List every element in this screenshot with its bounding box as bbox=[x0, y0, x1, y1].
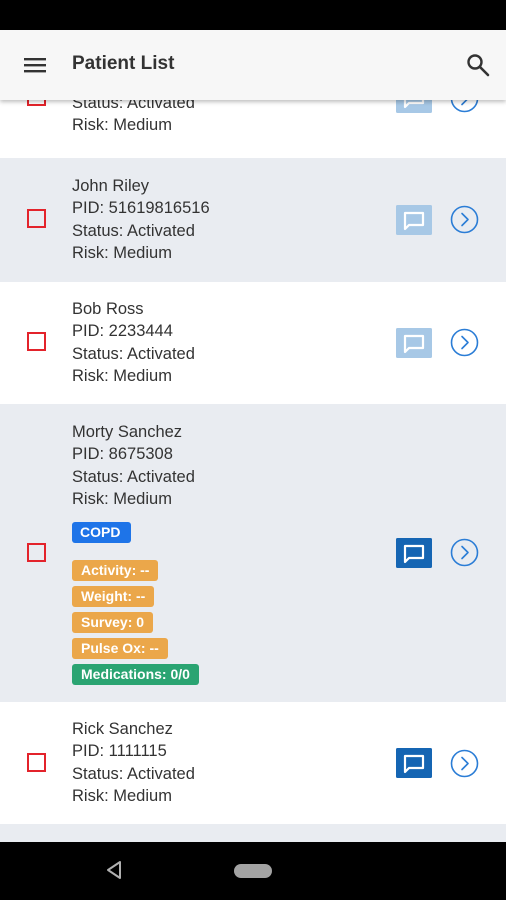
message-icon[interactable] bbox=[396, 538, 432, 568]
chevron-right-icon[interactable] bbox=[450, 100, 479, 113]
patient-info: Bob Ross PID: 2233444 Status: Activated … bbox=[72, 298, 195, 387]
select-checkbox[interactable] bbox=[27, 543, 46, 562]
select-checkbox[interactable] bbox=[27, 209, 46, 228]
patient-name: Rick Sanchez bbox=[72, 720, 173, 738]
message-icon[interactable] bbox=[396, 328, 432, 358]
patient-risk: Risk: Medium bbox=[72, 116, 172, 135]
medications-badge: Medications: 0/0 bbox=[72, 664, 199, 685]
patient-risk: Risk: Medium bbox=[72, 366, 172, 385]
status-bar bbox=[0, 0, 506, 30]
patient-list[interactable]: Status: Activated Risk: Medium John Rile… bbox=[0, 100, 506, 842]
page-title: Patient List bbox=[72, 53, 175, 74]
patient-status: Status: Activated bbox=[72, 344, 195, 363]
patient-status: Status: Activated bbox=[72, 100, 195, 112]
patient-name: John Riley bbox=[72, 177, 150, 195]
chevron-right-icon[interactable] bbox=[450, 205, 479, 234]
chevron-right-icon[interactable] bbox=[450, 538, 479, 567]
home-pill-icon[interactable] bbox=[234, 864, 272, 878]
patient-row[interactable]: Morty Sanchez PID: 8675308 Status: Activ… bbox=[0, 405, 506, 701]
patient-row[interactable]: John Riley PID: 51619816516 Status: Acti… bbox=[0, 159, 506, 281]
message-icon[interactable] bbox=[396, 748, 432, 778]
chevron-right-icon[interactable] bbox=[450, 749, 479, 778]
message-icon[interactable] bbox=[396, 205, 432, 235]
patient-row[interactable]: Status: Activated Risk: Medium bbox=[0, 100, 506, 158]
patient-info: John Riley PID: 51619816516 Status: Acti… bbox=[72, 175, 210, 264]
patient-status: Status: Activated bbox=[72, 221, 195, 240]
activity-badge: Activity: -- bbox=[72, 560, 159, 581]
chevron-right-icon[interactable] bbox=[450, 328, 479, 357]
patient-risk: Risk: Medium bbox=[72, 489, 172, 508]
patient-info: Status: Activated Risk: Medium bbox=[72, 100, 195, 137]
patient-status: Status: Activated bbox=[72, 467, 195, 486]
app-bar: Patient List bbox=[0, 30, 506, 100]
system-nav-bar bbox=[0, 842, 506, 900]
patient-risk: Risk: Medium bbox=[72, 786, 172, 805]
weight-badge: Weight: -- bbox=[72, 586, 155, 607]
select-checkbox[interactable] bbox=[27, 753, 46, 772]
patient-name: Morty Sanchez bbox=[72, 423, 183, 441]
back-triangle-icon[interactable] bbox=[104, 859, 124, 881]
patient-info: Rick Sanchez PID: 1111115 Status: Activa… bbox=[72, 718, 195, 807]
select-checkbox[interactable] bbox=[27, 100, 46, 106]
condition-tag: COPD bbox=[72, 522, 131, 543]
patient-row[interactable]: Rick Sanchez PID: 1111115 Status: Activa… bbox=[0, 702, 506, 824]
patient-pid: PID: 51619816516 bbox=[72, 199, 210, 218]
patient-pid: PID: 1111115 bbox=[72, 742, 167, 761]
patient-info: Morty Sanchez PID: 8675308 Status: Activ… bbox=[72, 421, 195, 510]
patient-pid: PID: 2233444 bbox=[72, 322, 173, 341]
patient-risk: Risk: Medium bbox=[72, 243, 172, 262]
hamburger-menu-icon[interactable] bbox=[22, 54, 48, 76]
select-checkbox[interactable] bbox=[27, 332, 46, 351]
patient-pid: PID: 8675308 bbox=[72, 445, 173, 464]
survey-badge: Survey: 0 bbox=[72, 612, 154, 633]
search-icon[interactable] bbox=[465, 52, 491, 78]
patient-status: Status: Activated bbox=[72, 764, 195, 783]
message-icon[interactable] bbox=[396, 100, 432, 113]
patient-row[interactable]: Bob Ross PID: 2233444 Status: Activated … bbox=[0, 282, 506, 404]
patient-name: Bob Ross bbox=[72, 300, 144, 318]
pulse-ox-badge: Pulse Ox: -- bbox=[72, 638, 168, 659]
